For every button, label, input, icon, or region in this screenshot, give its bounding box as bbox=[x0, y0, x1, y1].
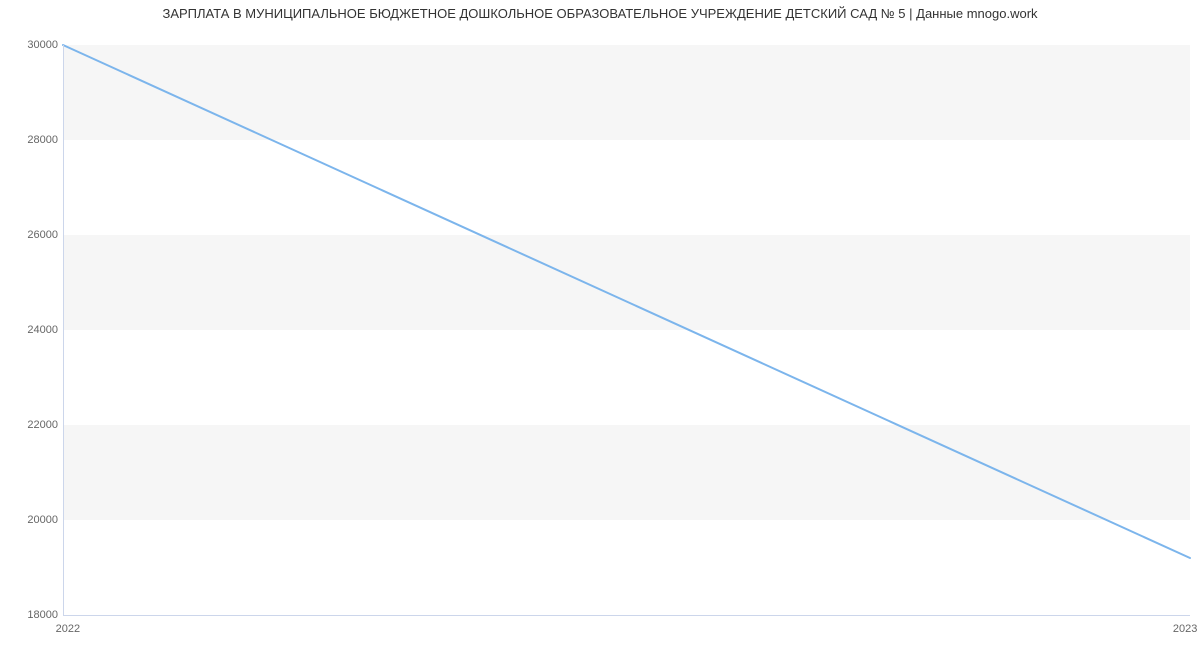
line-series bbox=[63, 45, 1190, 615]
y-tick-label: 22000 bbox=[27, 419, 58, 431]
x-tick-label: 2022 bbox=[56, 623, 80, 635]
chart-title: ЗАРПЛАТА В МУНИЦИПАЛЬНОЕ БЮДЖЕТНОЕ ДОШКО… bbox=[0, 6, 1200, 21]
y-axis-line bbox=[63, 45, 64, 615]
y-tick-label: 30000 bbox=[27, 39, 58, 51]
y-tick-label: 24000 bbox=[27, 324, 58, 336]
x-axis-line bbox=[63, 615, 1190, 616]
y-tick-label: 28000 bbox=[27, 134, 58, 146]
x-tick-label: 2023 bbox=[1173, 623, 1197, 635]
plot-area bbox=[63, 45, 1190, 615]
y-tick-label: 18000 bbox=[27, 609, 58, 621]
y-tick-label: 26000 bbox=[27, 229, 58, 241]
series-path bbox=[63, 45, 1190, 558]
y-tick-label: 20000 bbox=[27, 514, 58, 526]
salary-line-chart: ЗАРПЛАТА В МУНИЦИПАЛЬНОЕ БЮДЖЕТНОЕ ДОШКО… bbox=[0, 0, 1200, 650]
